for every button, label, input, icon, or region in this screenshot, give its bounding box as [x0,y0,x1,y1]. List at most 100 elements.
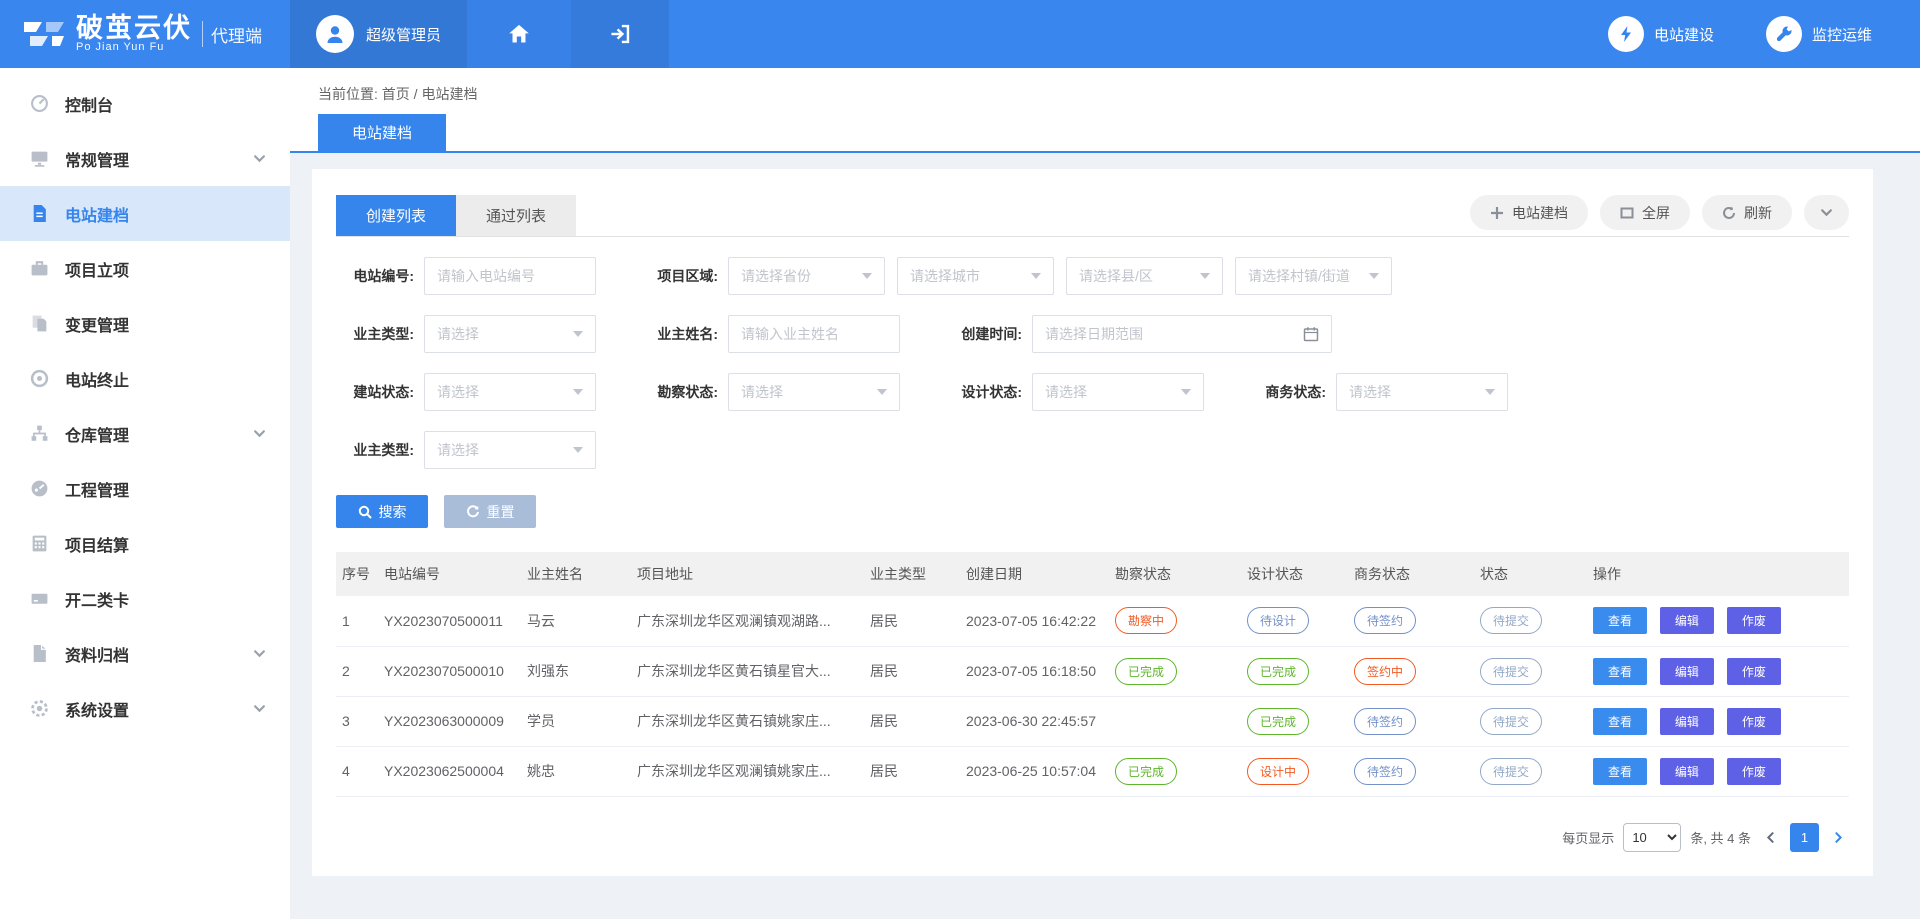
void-button[interactable]: 作废 [1727,607,1781,634]
province-select[interactable]: 请选择省份 [728,257,885,295]
status-badge: 签约中 [1354,658,1416,685]
sidebar-item-project-settlement[interactable]: 项目结算 [0,516,290,571]
card-icon [30,589,49,608]
current-user[interactable]: 超级管理员 [290,0,467,68]
tabs-row: 创建列表 通过列表 电站建档 全屏 [336,195,1849,237]
page-number-button[interactable]: 1 [1790,823,1819,852]
breadcrumb-home-link[interactable]: 首页 [382,86,410,102]
owner-type-select[interactable]: 请选择 [424,315,596,353]
page-tab[interactable]: 电站建档 [318,114,446,151]
collapse-toolbar-button[interactable] [1804,195,1849,230]
village-select[interactable]: 请选择村镇/街道 [1235,257,1392,295]
date-range-input[interactable]: 请选择日期范围 [1032,315,1332,353]
reset-icon [466,505,480,519]
edit-button[interactable]: 编辑 [1660,708,1714,735]
col-owner-name: 业主姓名 [521,552,631,596]
cell-type: 居民 [864,696,960,746]
sidebar-item-station-termination[interactable]: 电站终止 [0,351,290,406]
reset-button[interactable]: 重置 [444,495,536,528]
per-page-select[interactable]: 10 [1623,823,1681,852]
view-button[interactable]: 查看 [1593,658,1647,685]
sidebar-item-project-initiation[interactable]: 项目立项 [0,241,290,296]
cell-address: 广东深圳龙华区黄石镇星官大... [631,646,864,696]
sidebar-item-open-type2-card[interactable]: 开二类卡 [0,571,290,626]
cell-index: 3 [336,696,378,746]
county-select[interactable]: 请选择县/区 [1066,257,1223,295]
cell-type: 居民 [864,596,960,646]
search-row: 搜索 重置 [336,495,1849,528]
owner-type2-select[interactable]: 请选择 [424,431,596,469]
sidebar-item-system-settings[interactable]: 系统设置 [0,681,290,736]
owner-name-input[interactable] [728,315,900,353]
table-row: 4 YX2023062500004 姚忠 广东深圳龙华区观澜镇姚家庄... 居民… [336,746,1849,796]
breadcrumb-separator: / [414,86,418,102]
reset-label: 重置 [487,502,515,522]
chevron-down-icon [253,647,266,660]
tab-passed-list[interactable]: 通过列表 [456,195,576,236]
status-badge: 已完成 [1247,658,1309,685]
filter-region: 项目区域: 请选择省份 请选择城市 请选择县/区 [640,257,1392,295]
sidebar-item-station-archive[interactable]: 电站建档 [0,186,290,241]
home-icon [508,23,530,45]
filter-row-3: 建站状态: 请选择 勘察状态: 请选择 设计 [336,373,1849,411]
view-button[interactable]: 查看 [1593,607,1647,634]
status-badge: 已完成 [1115,758,1177,785]
nav-monitor-ops[interactable]: 监控运维 [1766,16,1872,52]
avatar [316,15,354,53]
brand-name: 破茧云伏 [76,14,192,42]
refresh-label: 刷新 [1744,203,1772,223]
void-button[interactable]: 作废 [1727,758,1781,785]
caret-down-icon [1369,273,1379,279]
owner-type2-placeholder: 请选择 [437,440,479,460]
sidebar-item-warehouse-mgmt[interactable]: 仓库管理 [0,406,290,461]
tab-create-list[interactable]: 创建列表 [336,195,456,236]
owner-name-label: 业主姓名: [640,324,718,344]
wrench-icon [1766,16,1802,52]
cell-created: 2023-06-25 10:57:04 [960,746,1109,796]
cell-type: 居民 [864,746,960,796]
edit-button[interactable]: 编辑 [1660,758,1714,785]
design-status-select[interactable]: 请选择 [1032,373,1204,411]
edit-button[interactable]: 编辑 [1660,607,1714,634]
city-select[interactable]: 请选择城市 [897,257,1054,295]
void-button[interactable]: 作废 [1727,658,1781,685]
sidebar-item-label: 变更管理 [65,312,129,336]
table-row: 1 YX2023070500011 马云 广东深圳龙华区观澜镇观湖路... 居民… [336,596,1849,646]
home-button[interactable] [467,0,571,68]
sidebar-item-change-mgmt[interactable]: 变更管理 [0,296,290,351]
search-button[interactable]: 搜索 [336,495,428,528]
breadcrumb-prefix: 当前位置: [318,86,378,102]
chevron-down-icon [253,152,266,165]
search-label: 搜索 [379,502,407,522]
fullscreen-button[interactable]: 全屏 [1600,195,1690,230]
view-button[interactable]: 查看 [1593,708,1647,735]
status-badge: 待设计 [1247,607,1309,634]
cell-owner: 马云 [521,596,631,646]
build-status-select[interactable]: 请选择 [424,373,596,411]
sidebar-item-console[interactable]: 控制台 [0,76,290,131]
void-button[interactable]: 作废 [1727,708,1781,735]
logout-button[interactable] [571,0,669,68]
topbar-nav: 电站建设 监控运维 [1608,0,1920,68]
refresh-button[interactable]: 刷新 [1702,195,1792,230]
survey-status-select[interactable]: 请选择 [728,373,900,411]
station-no-input[interactable] [424,257,596,295]
nav-station-construction[interactable]: 电站建设 [1608,16,1714,52]
business-status-select[interactable]: 请选择 [1336,373,1508,411]
pagination: 每页显示 10 条, 共 4 条 1 [336,823,1849,852]
chevron-down-icon [1820,206,1833,219]
create-station-button[interactable]: 电站建档 [1470,195,1588,230]
sidebar-item-general-mgmt[interactable]: 常规管理 [0,131,290,186]
status-badge: 待提交 [1480,758,1542,785]
view-button[interactable]: 查看 [1593,758,1647,785]
edit-button[interactable]: 编辑 [1660,658,1714,685]
next-page-button[interactable] [1828,831,1849,844]
sidebar-item-data-archive[interactable]: 资料归档 [0,626,290,681]
prev-page-button[interactable] [1760,831,1781,844]
design-status-label: 设计状态: [944,382,1022,402]
sidebar-item-label: 开二类卡 [65,587,129,611]
sidebar-item-engineering-mgmt[interactable]: 工程管理 [0,461,290,516]
sidebar-item-label: 系统设置 [65,697,129,721]
station-no-label: 电站编号: [336,266,414,286]
caret-down-icon [573,331,583,337]
